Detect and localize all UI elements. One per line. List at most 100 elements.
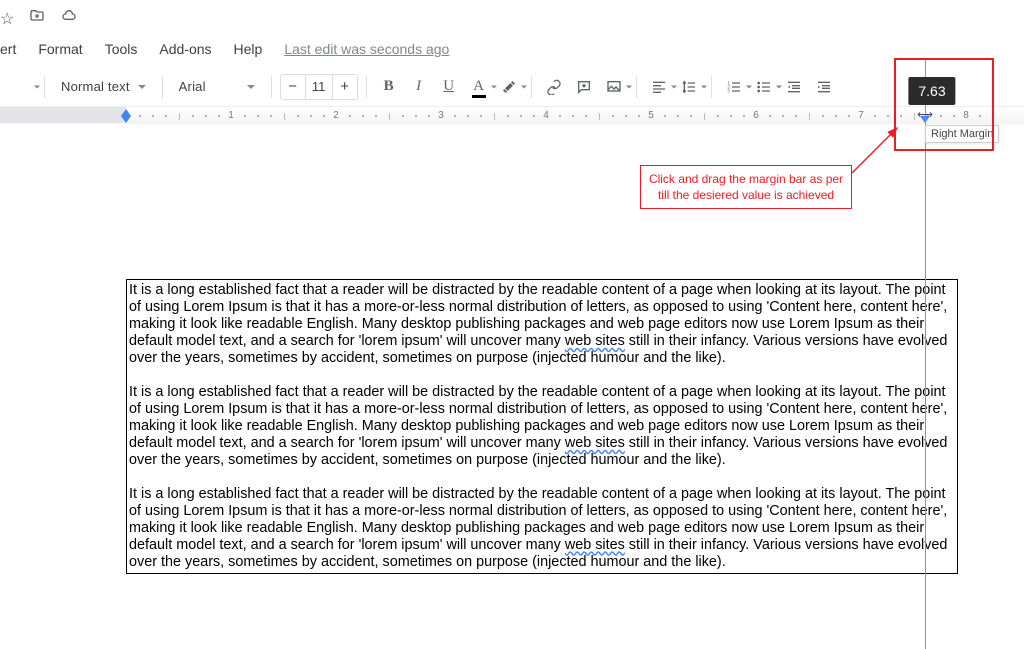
bold-button[interactable]: B [375,73,403,101]
ruler-tick [467,115,469,117]
ruler-tick [257,115,259,117]
ruler-tick [218,115,220,117]
bulleted-list-button[interactable] [750,73,778,101]
cloud-icon[interactable] [60,8,78,29]
chevron-down-icon [247,85,255,89]
menu-help[interactable]: Help [234,41,263,57]
toolbar-separator [636,76,637,98]
paragraph-style-dropdown[interactable]: Normal text [53,75,154,98]
ruler-tick [782,115,784,117]
ruler-tick [165,115,167,117]
ruler-tick [402,115,404,117]
ruler-number: 2 [333,110,339,121]
paragraph-1[interactable]: It is a long established fact that a rea… [129,282,955,367]
document-workspace: It is a long established fact that a rea… [0,124,1024,649]
ruler-tick [690,115,692,117]
font-size-increase-button[interactable]: + [333,75,357,99]
first-line-indent-marker[interactable] [121,109,131,116]
zoom-dropdown[interactable] [8,73,36,101]
ruler-tick [572,115,574,117]
ruler-tick [559,115,561,117]
ruler-tick [887,115,889,117]
ruler-tick [310,115,312,117]
ruler-tick [848,115,850,117]
ruler-tick [244,115,246,117]
font-size-decrease-button[interactable]: − [281,75,305,99]
ruler-tick [152,115,154,117]
text-color-button[interactable]: A [465,73,493,101]
annotation-callout: Click and drag the margin bar as per til… [640,165,852,209]
last-edit-link[interactable]: Last edit was seconds ago [284,41,449,57]
align-button[interactable] [645,73,673,101]
numbered-list-button[interactable]: 123 [720,73,748,101]
document-text-body[interactable]: It is a long established fact that a rea… [126,279,958,574]
paragraph-3[interactable]: It is a long established fact that a rea… [129,486,955,571]
ruler-tick [415,115,417,117]
ruler-tick [533,115,535,117]
ruler-number: 3 [438,110,444,121]
ruler-tick [664,115,666,117]
ruler-tick [704,113,705,120]
spell-underline: web sites [565,435,625,451]
paragraph-style-label: Normal text [61,79,130,94]
menu-tools[interactable]: Tools [105,41,138,57]
menu-format[interactable]: Format [38,41,82,57]
ruler-tick [585,115,587,117]
ruler-tick [389,113,390,120]
ruler-tick [638,115,640,117]
insert-link-button[interactable] [540,73,568,101]
ruler-tick [809,113,810,120]
move-folder-icon[interactable] [28,8,46,29]
toolbar-separator [162,76,163,98]
chevron-down-icon [138,85,146,89]
add-comment-button[interactable] [570,73,598,101]
ruler-tick [677,115,679,117]
menu-insert[interactable]: ert [0,41,16,57]
left-indent-marker[interactable] [121,116,131,123]
font-size-input[interactable] [305,75,333,99]
ruler-tick [612,115,614,117]
font-family-dropdown[interactable]: Arial [171,75,263,98]
menu-bar: ert Format Tools Add-ons Help Last edit … [0,33,1024,67]
ruler-number: 6 [753,110,759,121]
paragraph-2[interactable]: It is a long established fact that a rea… [129,384,955,469]
toolbar-separator [44,76,45,98]
ruler-tick [192,115,194,117]
ruler-tick [297,115,299,117]
spell-underline: web sites [565,537,625,553]
ruler-tick [730,115,732,117]
decrease-indent-button[interactable] [780,73,808,101]
ruler-tick [507,115,509,117]
horizontal-ruler[interactable]: 12345678 [0,107,1024,125]
ruler-tick [270,115,272,117]
ruler-tick [822,115,824,117]
line-spacing-button[interactable] [675,73,703,101]
ruler-number: 5 [648,110,654,121]
italic-button[interactable]: I [405,73,433,101]
ruler-tick [874,115,876,117]
ruler-tick [205,115,207,117]
insert-image-button[interactable] [600,73,628,101]
toolbar-separator [531,76,532,98]
svg-text:3: 3 [727,88,730,93]
ruler-tick [139,115,141,117]
ruler-number: 7 [858,110,864,121]
ruler-number: 1 [228,110,234,121]
ruler-tick [375,115,377,117]
title-bar-icons: ☆ [0,0,1024,33]
ruler-left-margin-shade [0,107,126,123]
ruler-tick [323,115,325,117]
highlight-button[interactable] [495,73,523,101]
font-family-label: Arial [179,79,206,94]
menu-addons[interactable]: Add-ons [159,41,211,57]
font-size-stepper[interactable]: − + [280,74,358,100]
ruler-tick [428,115,430,117]
toolbar-separator [271,76,272,98]
increase-indent-button[interactable] [810,73,838,101]
ruler-tick [769,115,771,117]
ruler-tick [743,115,745,117]
star-icon[interactable]: ☆ [0,9,14,29]
ruler-tick [284,113,285,120]
underline-button[interactable]: U [435,73,463,101]
ruler-tick [835,115,837,117]
